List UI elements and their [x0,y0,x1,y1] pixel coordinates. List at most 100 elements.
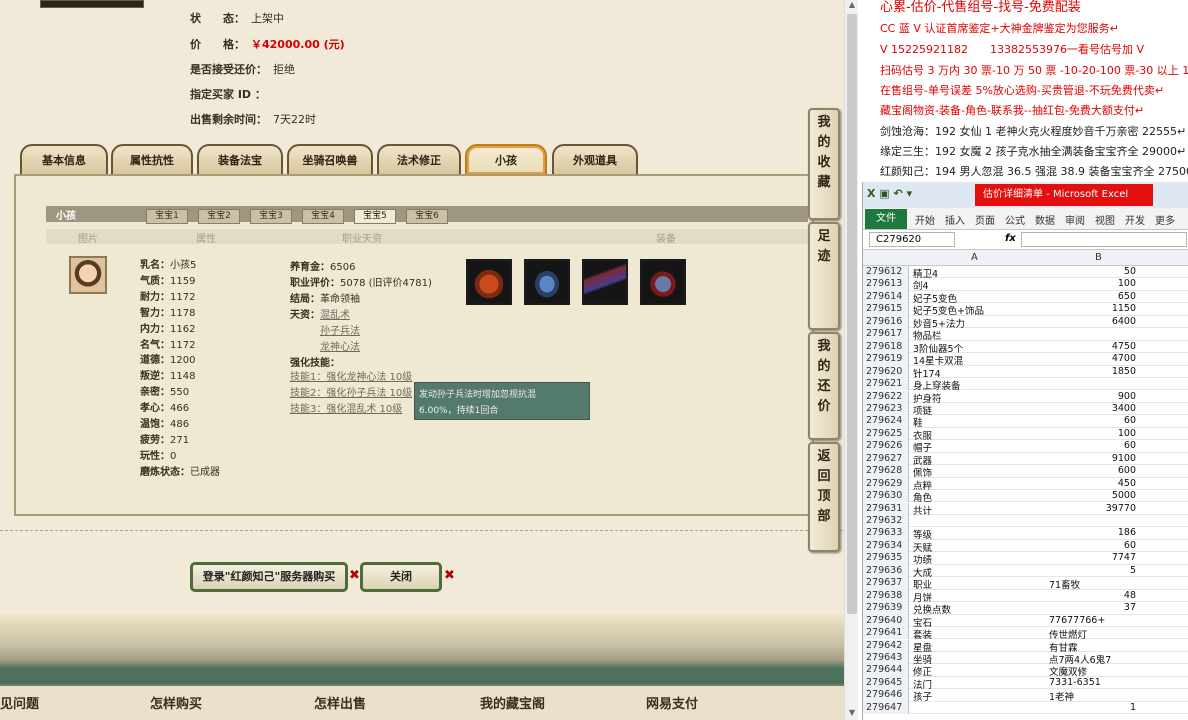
ribbon-tab-data[interactable]: 数据 [1035,212,1055,227]
row-number[interactable]: 279626 [863,440,909,453]
talent-link-2[interactable]: 孙子兵法 [320,322,360,337]
baby-tab-1[interactable]: 宝宝1 [146,209,188,224]
ribbon-tab-home[interactable]: 开始 [915,212,935,227]
equip-slot-1[interactable] [466,259,512,305]
row-number[interactable]: 279612 [863,266,909,279]
row-number[interactable]: 279616 [863,315,909,329]
talent-link-1[interactable]: 混乱术 [320,306,350,321]
row-number[interactable]: 279622 [863,390,909,403]
cell-b[interactable]: 4750 [1046,341,1136,352]
tab-spell-mods[interactable]: 法术修正 [377,144,461,174]
footer-my-cbg[interactable]: 我的藏宝阁 [480,693,545,712]
ribbon-tab-developer[interactable]: 开发 [1125,212,1145,227]
cell-b[interactable]: 100 [1046,428,1136,439]
side-nav-my-bargains[interactable]: 我的还价 [808,332,840,440]
formula-input[interactable] [1021,232,1187,247]
side-nav-footprints[interactable]: 足迹 [808,222,840,330]
row-number[interactable]: 279647 [863,701,909,715]
cell-b[interactable]: 1150 [1046,303,1136,314]
row-number[interactable]: 279639 [863,602,909,615]
cell-b[interactable]: 7747 [1046,552,1136,563]
talent-link-3[interactable]: 龙神心法 [320,338,360,353]
tab-basic-info[interactable]: 基本信息 [20,144,108,174]
row-number[interactable]: 279637 [863,577,909,590]
fx-icon[interactable]: fx [1005,233,1016,244]
row-number[interactable]: 279642 [863,639,909,652]
row-number[interactable]: 279624 [863,415,909,428]
footer-how-to-buy[interactable]: 怎样购买 [150,693,202,712]
tab-child[interactable]: 小孩 [465,144,547,174]
cell-b[interactable]: 50 [1046,266,1136,277]
baby-tab-5[interactable]: 宝宝5 [354,209,396,224]
row-number[interactable]: 279634 [863,539,909,553]
page-scrollbar[interactable]: ▲ ▼ [844,0,858,720]
cell-b[interactable]: 5 [1046,565,1136,576]
row-number[interactable]: 279636 [863,564,909,578]
cell-b[interactable]: 1850 [1046,366,1136,377]
login-buy-button[interactable]: 登录"红颜知己"服务器购买 [190,562,348,592]
side-nav-favorites[interactable]: 我的收藏 [808,108,840,220]
cell-b[interactable]: 37 [1046,602,1136,613]
footer-how-to-sell[interactable]: 怎样出售 [314,693,366,712]
ribbon-tab-more[interactable]: 更多 [1155,212,1175,227]
row-number[interactable]: 279645 [863,676,909,690]
name-box[interactable]: C279620 [869,232,955,247]
row-number[interactable]: 279619 [863,353,909,366]
row-number[interactable]: 279646 [863,689,909,702]
scroll-thumb[interactable] [847,14,857,614]
ribbon-tab-insert[interactable]: 插入 [945,212,965,227]
row-number[interactable]: 279628 [863,465,909,478]
tab-equipment[interactable]: 装备法宝 [197,144,283,174]
ribbon-tab-view[interactable]: 视图 [1095,212,1115,227]
row-number[interactable]: 279640 [863,614,909,627]
row-number[interactable]: 279615 [863,303,909,316]
row-number[interactable]: 279632 [863,515,909,528]
tab-mounts-pets[interactable]: 坐骑召唤兽 [287,144,373,174]
footer-netease-pay[interactable]: 网易支付 [646,693,698,712]
cell-b[interactable]: 5000 [1046,490,1136,501]
equip-slot-4[interactable] [640,259,686,305]
cell-b[interactable]: 900 [1046,391,1136,402]
cell-b[interactable]: 4700 [1046,353,1136,364]
row-number[interactable]: 279613 [863,278,909,291]
cell-b[interactable]: 450 [1046,478,1136,489]
excel-quick-access-icon[interactable]: X ▣ ↶ ▾ [867,187,912,200]
baby-tab-2[interactable]: 宝宝2 [198,209,240,224]
column-header-b[interactable]: B [1095,252,1102,263]
row-number[interactable]: 279644 [863,664,909,677]
row-number[interactable]: 279623 [863,402,909,416]
row-number[interactable]: 279630 [863,490,909,503]
baby-tab-4[interactable]: 宝宝4 [302,209,344,224]
skill-link-2[interactable]: 技能2：强化孙子兵法 10级 [290,384,412,399]
footer-faq[interactable]: 见问题 [0,693,39,712]
row-number[interactable]: 279635 [863,552,909,565]
cell-b[interactable]: 60 [1046,540,1136,551]
row-number[interactable]: 279638 [863,589,909,603]
ribbon-file-tab[interactable]: 文件 [865,209,907,229]
cell-b[interactable]: 650 [1046,291,1136,302]
equip-slot-3[interactable] [582,259,628,305]
tab-appearance[interactable]: 外观道具 [552,144,638,174]
column-header-a[interactable]: A [971,252,978,263]
ribbon-tab-formula[interactable]: 公式 [1005,212,1025,227]
row-number[interactable]: 279618 [863,340,909,354]
row-number[interactable]: 279617 [863,328,909,341]
side-nav-back-to-top[interactable]: 返回顶部 [808,442,840,552]
skill-link-3[interactable]: 技能3：强化混乱术 10级 [290,400,402,415]
baby-tab-6[interactable]: 宝宝6 [406,209,448,224]
cell-b[interactable]: 100 [1046,278,1136,289]
ribbon-tab-page[interactable]: 页面 [975,212,995,227]
row-number[interactable]: 279614 [863,290,909,304]
scroll-up-arrow-icon[interactable]: ▲ [847,0,857,12]
ribbon-tab-review[interactable]: 审阅 [1065,212,1085,227]
row-number[interactable]: 279627 [863,452,909,466]
cell-b[interactable]: 600 [1046,465,1136,476]
tab-attributes[interactable]: 属性抗性 [111,144,193,174]
cell-b[interactable]: 60 [1046,415,1136,426]
row-number[interactable]: 279621 [863,378,909,391]
skill-link-1[interactable]: 技能1：强化龙神心法 10级 [290,368,412,383]
row-number[interactable]: 279629 [863,477,909,491]
cell-b[interactable]: 77677766+ [1049,615,1105,626]
cell-b[interactable]: 1 [1046,702,1136,713]
row-number[interactable]: 279641 [863,627,909,640]
